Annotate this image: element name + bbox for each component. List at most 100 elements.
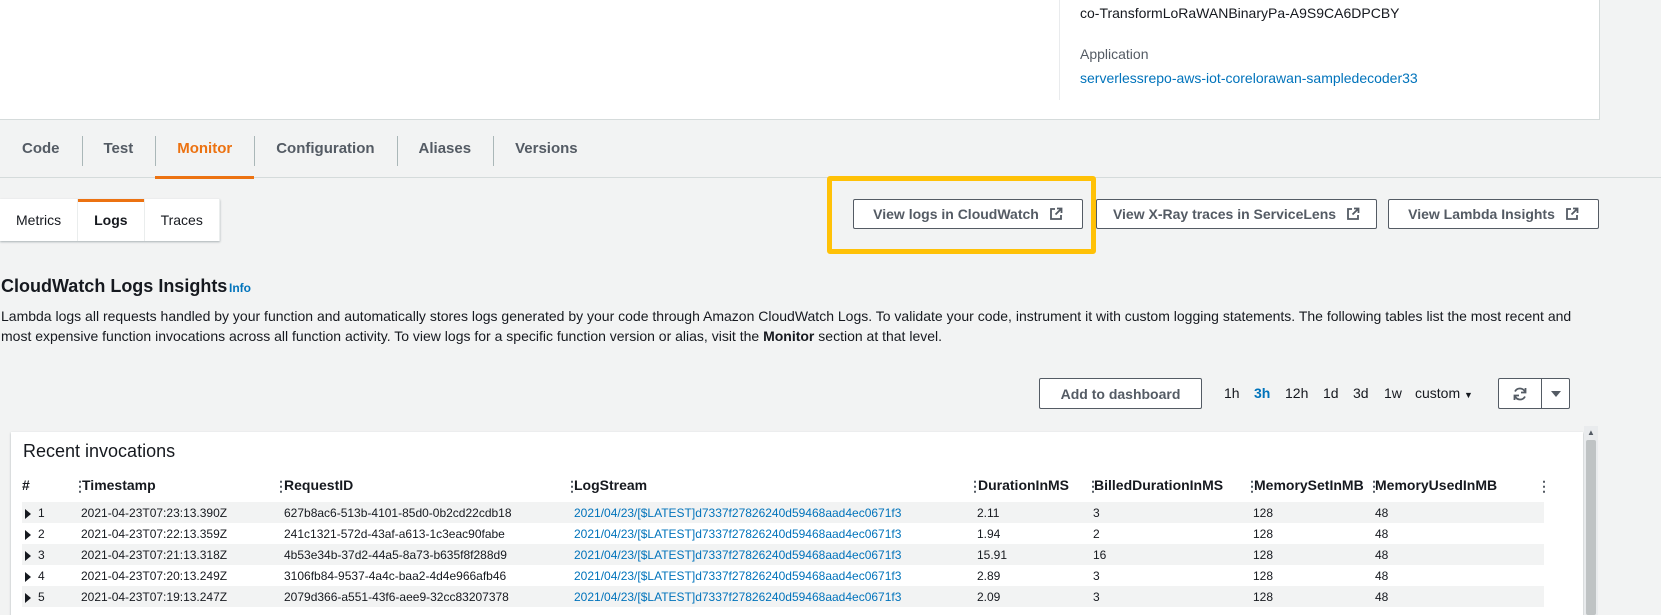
column-header-memory-used[interactable]: MemoryUsedInMB [1375,477,1497,493]
view-lambda-insights-label: View Lambda Insights [1408,206,1555,222]
cell-duration: 2.09 [977,590,1001,604]
cell-memory-used: 48 [1375,569,1389,583]
cell-requestid: 2079d366-a551-43f6-aee9-32cc83207378 [284,590,509,604]
column-resize-handle[interactable]: ⋮ [1537,478,1551,495]
cell-memory-set: 128 [1253,569,1274,583]
cell-billed-duration: 3 [1093,569,1100,583]
table-row[interactable]: 3 2021-04-23T07:21:13.318Z 4b53e34b-37d2… [22,544,1544,565]
cell-index: 4 [38,569,45,583]
refresh-button-group [1498,378,1570,409]
column-header-requestid[interactable]: RequestID [284,477,353,493]
cell-timestamp: 2021-04-23T07:19:13.247Z [81,590,228,604]
range-3d[interactable]: 3d [1353,385,1369,401]
cell-duration: 15.91 [977,548,1008,562]
view-lambda-insights-button[interactable]: View Lambda Insights [1388,199,1599,229]
caret-down-icon: ▼ [1464,390,1473,400]
expand-row-icon[interactable] [25,593,31,603]
cell-memory-used: 48 [1375,527,1389,541]
range-custom-label: custom [1415,385,1461,401]
info-link[interactable]: Info [229,281,251,295]
tab-monitor[interactable]: Monitor [155,126,255,179]
tab-test[interactable]: Test [81,126,156,178]
cell-index: 3 [38,548,45,562]
cell-timestamp: 2021-04-23T07:23:13.390Z [81,506,228,520]
cell-memory-used: 48 [1375,548,1389,562]
cell-memory-set: 128 [1253,590,1274,604]
add-to-dashboard-button[interactable]: Add to dashboard [1039,378,1202,409]
insights-description: Lambda logs all requests handled by your… [1,306,1601,346]
view-logs-cloudwatch-label: View logs in CloudWatch [873,206,1039,222]
add-to-dashboard-label: Add to dashboard [1060,385,1181,402]
column-header-billed-duration[interactable]: BilledDurationInMS [1094,477,1223,493]
refresh-options-dropdown[interactable] [1542,379,1569,408]
cell-logstream-link[interactable]: 2021/04/23/[$LATEST]d7337f27826240d59468… [574,548,901,562]
cell-timestamp: 2021-04-23T07:22:13.359Z [81,527,228,541]
range-1h[interactable]: 1h [1224,385,1240,401]
cell-duration: 2.89 [977,569,1001,583]
scrollbar-thumb[interactable] [1586,440,1596,615]
application-link[interactable]: serverlessrepo-aws-iot-corelorawan-sampl… [1080,70,1418,86]
tab-configuration[interactable]: Configuration [254,126,396,178]
details-divider [1059,0,1060,100]
insights-description-suffix: section at that level. [814,328,943,344]
external-link-icon [1565,207,1579,220]
column-header-duration[interactable]: DurationInMS [978,477,1069,493]
tab-code[interactable]: Code [0,126,82,178]
application-label: Application [1080,46,1149,62]
range-1w[interactable]: 1w [1384,385,1402,401]
range-12h[interactable]: 12h [1285,385,1308,401]
external-link-icon [1049,207,1063,220]
column-header-timestamp[interactable]: Timestamp [82,477,156,493]
cell-requestid: 3106fb84-9537-4a4c-baa2-4d4e966afb46 [284,569,507,583]
column-header-index: # [22,477,30,493]
range-3h[interactable]: 3h [1254,385,1270,401]
function-details-card: co-TransformLoRaWANBinaryPa-A9S9CA6DPCBY… [0,0,1600,120]
table-row[interactable]: 1 2021-04-23T07:23:13.390Z 627b8ac6-513b… [22,502,1544,523]
view-xray-traces-label: View X-Ray traces in ServiceLens [1112,206,1337,222]
cell-memory-set: 128 [1253,548,1274,562]
table-row[interactable]: 2 2021-04-23T07:22:13.359Z 241c1321-572d… [22,523,1544,544]
expand-row-icon[interactable] [25,509,31,519]
cell-duration: 2.11 [977,506,1000,520]
cell-index: 1 [38,506,45,520]
cell-index: 5 [38,590,45,604]
cell-billed-duration: 16 [1093,548,1107,562]
subtab-metrics[interactable]: Metrics [0,199,79,241]
cell-requestid: 627b8ac6-513b-4101-85d0-0b2cd22cdb18 [284,506,512,520]
tab-aliases[interactable]: Aliases [396,126,494,178]
range-1d[interactable]: 1d [1323,385,1339,401]
column-header-memory-set[interactable]: MemorySetInMB [1254,477,1364,493]
tab-versions[interactable]: Versions [493,126,600,178]
cell-memory-used: 48 [1375,506,1389,520]
function-name: co-TransformLoRaWANBinaryPa-A9S9CA6DPCBY [1080,5,1400,21]
caret-down-icon [1550,390,1561,397]
view-logs-cloudwatch-button[interactable]: View logs in CloudWatch [853,199,1083,229]
column-header-logstream[interactable]: LogStream [574,477,647,493]
subtab-logs[interactable]: Logs [78,199,145,241]
expand-row-icon[interactable] [25,530,31,540]
external-link-icon [1347,207,1360,220]
cell-logstream-link[interactable]: 2021/04/23/[$LATEST]d7337f27826240d59468… [574,569,901,583]
cell-logstream-link[interactable]: 2021/04/23/[$LATEST]d7337f27826240d59468… [574,527,901,541]
cell-requestid: 241c1321-572d-43af-a613-1c3eac90fabe [284,527,505,541]
recent-invocations-title: Recent invocations [23,441,176,461]
range-custom[interactable]: custom ▼ [1415,385,1473,401]
table-row[interactable]: 5 2021-04-23T07:19:13.247Z 2079d366-a551… [22,586,1544,607]
view-xray-traces-button[interactable]: View X-Ray traces in ServiceLens [1096,199,1377,229]
expand-row-icon[interactable] [25,572,31,582]
cell-logstream-link[interactable]: 2021/04/23/[$LATEST]d7337f27826240d59468… [574,506,901,520]
refresh-button[interactable] [1499,379,1542,408]
cell-logstream-link[interactable]: 2021/04/23/[$LATEST]d7337f27826240d59468… [574,590,901,604]
panel-scrollbar[interactable]: ▲ [1584,426,1598,615]
scroll-up-icon[interactable]: ▲ [1587,428,1595,437]
monitor-sub-tabs: Metrics Logs Traces [0,199,220,241]
subtab-traces[interactable]: Traces [145,199,220,241]
cell-billed-duration: 2 [1093,527,1100,541]
insights-title: CloudWatch Logs Insights [1,276,228,296]
table-row[interactable]: 4 2021-04-23T07:20:13.249Z 3106fb84-9537… [22,565,1544,586]
main-tabs: Code Test Monitor Configuration Aliases … [0,126,1661,179]
cell-index: 2 [38,527,45,541]
cell-billed-duration: 3 [1093,506,1100,520]
cell-billed-duration: 3 [1093,590,1100,604]
expand-row-icon[interactable] [25,551,31,561]
